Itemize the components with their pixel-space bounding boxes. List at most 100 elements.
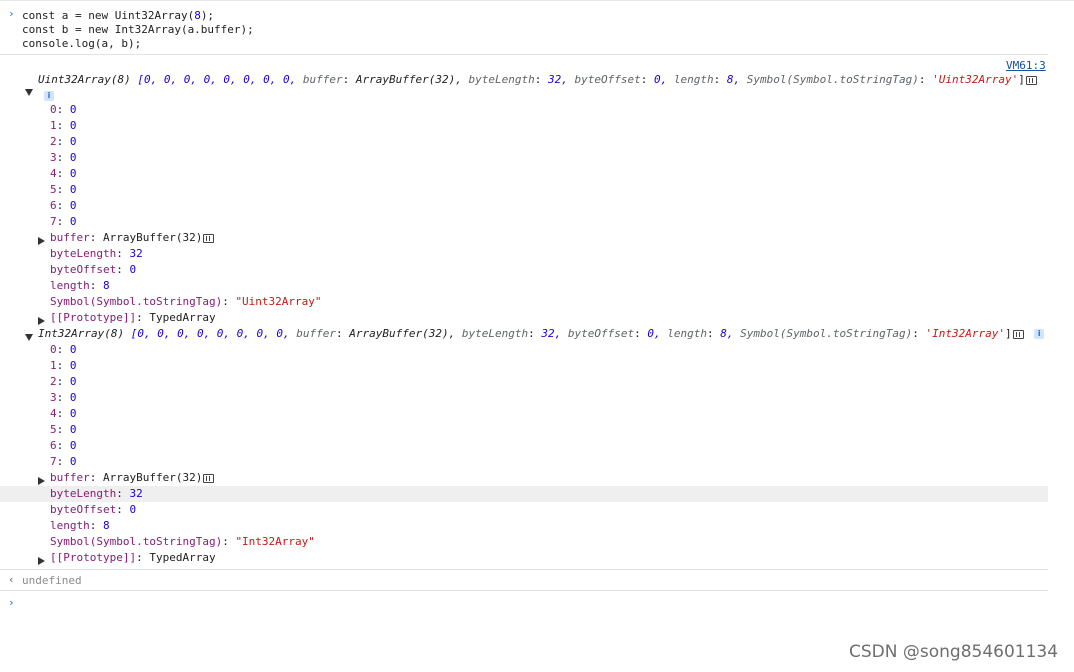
summary-value: 32, xyxy=(548,73,568,86)
entry-index: 1 xyxy=(50,359,57,372)
expand-buffer-a[interactable] xyxy=(38,234,45,247)
entry-row[interactable]: 6: 0 xyxy=(50,438,77,454)
console-prompt-icon[interactable]: › xyxy=(8,596,15,609)
entry-index: 1 xyxy=(50,119,57,132)
summary-key: byteOffset xyxy=(567,327,635,340)
expand-a[interactable] xyxy=(25,85,33,98)
memory-inspector-icon[interactable] xyxy=(1012,329,1024,339)
entry-value: 0 xyxy=(69,167,77,180)
code-number: 8 xyxy=(194,9,201,22)
prop-buffer-b[interactable]: buffer: ArrayBuffer(32) xyxy=(50,470,215,486)
summary-type: Int32Array(8) xyxy=(38,327,125,340)
expand-proto-b[interactable] xyxy=(38,554,45,567)
summary-value: 8, xyxy=(720,327,734,340)
entry-value: 0 xyxy=(69,119,77,132)
entry-index: 2 xyxy=(50,135,57,148)
memory-inspector-icon[interactable] xyxy=(203,233,215,243)
prop-value: ArrayBuffer(32) xyxy=(103,471,203,484)
prop-byteoffset-b[interactable]: byteOffset: 0 xyxy=(50,502,136,518)
entry-row[interactable]: 2: 0 xyxy=(50,134,77,150)
prop-buffer-a[interactable]: buffer: ArrayBuffer(32) xyxy=(50,230,215,246)
summary-value: ArrayBuffer(32), xyxy=(349,327,456,340)
prop-key: [[Prototype]] xyxy=(50,311,137,324)
prop-bytelength-b[interactable]: byteLength: 32 xyxy=(50,486,143,502)
entry-index: 0 xyxy=(50,103,57,116)
entry-value: 0 xyxy=(69,391,77,404)
triangle-right-icon xyxy=(38,557,45,565)
message-divider xyxy=(0,569,1048,570)
code-text: ); xyxy=(200,9,215,22)
summary-key: buffer xyxy=(302,73,343,86)
prop-byteoffset-a[interactable]: byteOffset: 0 xyxy=(50,262,136,278)
entry-row[interactable]: 4: 0 xyxy=(50,406,77,422)
prop-bytelength-a[interactable]: byteLength: 32 xyxy=(50,246,143,262)
entry-row[interactable]: 5: 0 xyxy=(50,182,77,198)
entry-row[interactable]: 6: 0 xyxy=(50,198,77,214)
summary-value: ArrayBuffer(32), xyxy=(355,73,462,86)
entry-row[interactable]: 1: 0 xyxy=(50,358,77,374)
entry-value: 0 xyxy=(69,455,77,468)
source-location-link[interactable]: VM61:3 xyxy=(1006,59,1046,72)
entry-row[interactable]: 3: 0 xyxy=(50,390,77,406)
entry-value: 0 xyxy=(69,103,77,116)
prop-value: 8 xyxy=(103,279,110,292)
entry-row[interactable]: 0: 0 xyxy=(50,342,77,358)
entry-row[interactable]: 4: 0 xyxy=(50,166,77,182)
prop-key: length xyxy=(50,519,90,532)
memory-inspector-icon[interactable] xyxy=(1025,75,1037,85)
summary-value: 0, xyxy=(647,327,661,340)
entry-value: 0 xyxy=(69,183,77,196)
entry-index: 4 xyxy=(50,407,57,420)
entry-value: 0 xyxy=(69,199,77,212)
entry-row[interactable]: 7: 0 xyxy=(50,454,77,470)
summary-value: 32, xyxy=(541,327,562,340)
summary-close: ] xyxy=(1018,73,1025,86)
prop-value: TypedArray xyxy=(149,311,216,324)
entry-row[interactable]: 1: 0 xyxy=(50,118,77,134)
summary-close: ] xyxy=(1005,327,1012,340)
summary-key: byteLength xyxy=(468,73,535,86)
prop-key: buffer xyxy=(50,471,90,484)
summary-key: buffer xyxy=(296,327,337,340)
prop-length-a[interactable]: length: 8 xyxy=(50,278,110,294)
entry-row[interactable]: 0: 0 xyxy=(50,102,77,118)
typed-array-summary-a[interactable]: Uint32Array(8) [0, 0, 0, 0, 0, 0, 0, 0, … xyxy=(38,72,1037,88)
prop-value: 8 xyxy=(103,519,110,532)
summary-key: Symbol(Symbol.toStringTag) xyxy=(740,327,913,340)
typed-array-summary-b[interactable]: Int32Array(8) [0, 0, 0, 0, 0, 0, 0, 0, b… xyxy=(38,326,1045,342)
prop-value: TypedArray xyxy=(149,551,216,564)
triangle-right-icon xyxy=(38,317,45,325)
entry-row[interactable]: 7: 0 xyxy=(50,214,77,230)
input-prompt-icon: › xyxy=(8,7,15,20)
triangle-right-icon xyxy=(38,477,45,485)
entry-index: 4 xyxy=(50,167,57,180)
memory-inspector-icon[interactable] xyxy=(203,473,215,483)
summary-value: 0, xyxy=(653,73,668,86)
prop-tag-b[interactable]: Symbol(Symbol.toStringTag): "Int32Array" xyxy=(50,534,315,550)
prop-tag-a[interactable]: Symbol(Symbol.toStringTag): "Uint32Array… xyxy=(50,294,322,310)
top-divider xyxy=(0,0,1074,1)
entry-value: 0 xyxy=(69,215,77,228)
prop-value: ArrayBuffer(32) xyxy=(103,231,203,244)
summary-key: length xyxy=(673,73,714,86)
entry-row[interactable]: 3: 0 xyxy=(50,150,77,166)
entry-index: 5 xyxy=(50,183,57,196)
prop-length-b[interactable]: length: 8 xyxy=(50,518,110,534)
entry-row[interactable]: 5: 0 xyxy=(50,422,77,438)
prop-proto-b[interactable]: [[Prototype]]: TypedArray xyxy=(50,550,216,566)
input-code-line-3[interactable]: console.log(a, b); xyxy=(22,36,141,52)
info-icon: i xyxy=(44,91,54,101)
entry-index: 7 xyxy=(50,455,57,468)
summary-value: 'Int32Array' xyxy=(925,327,1006,340)
result-value: undefined xyxy=(22,574,82,587)
message-divider xyxy=(0,54,1048,55)
info-icon[interactable]: i xyxy=(1034,329,1045,339)
summary-value: 8, xyxy=(726,73,741,86)
entry-value: 0 xyxy=(69,439,77,452)
entry-row[interactable]: 2: 0 xyxy=(50,374,77,390)
summary-values: [0, 0, 0, 0, 0, 0, 0, 0, xyxy=(137,73,297,86)
entry-value: 0 xyxy=(69,135,77,148)
prop-proto-a[interactable]: [[Prototype]]: TypedArray xyxy=(50,310,216,326)
expand-b[interactable] xyxy=(25,330,33,343)
triangle-right-icon xyxy=(38,237,45,245)
